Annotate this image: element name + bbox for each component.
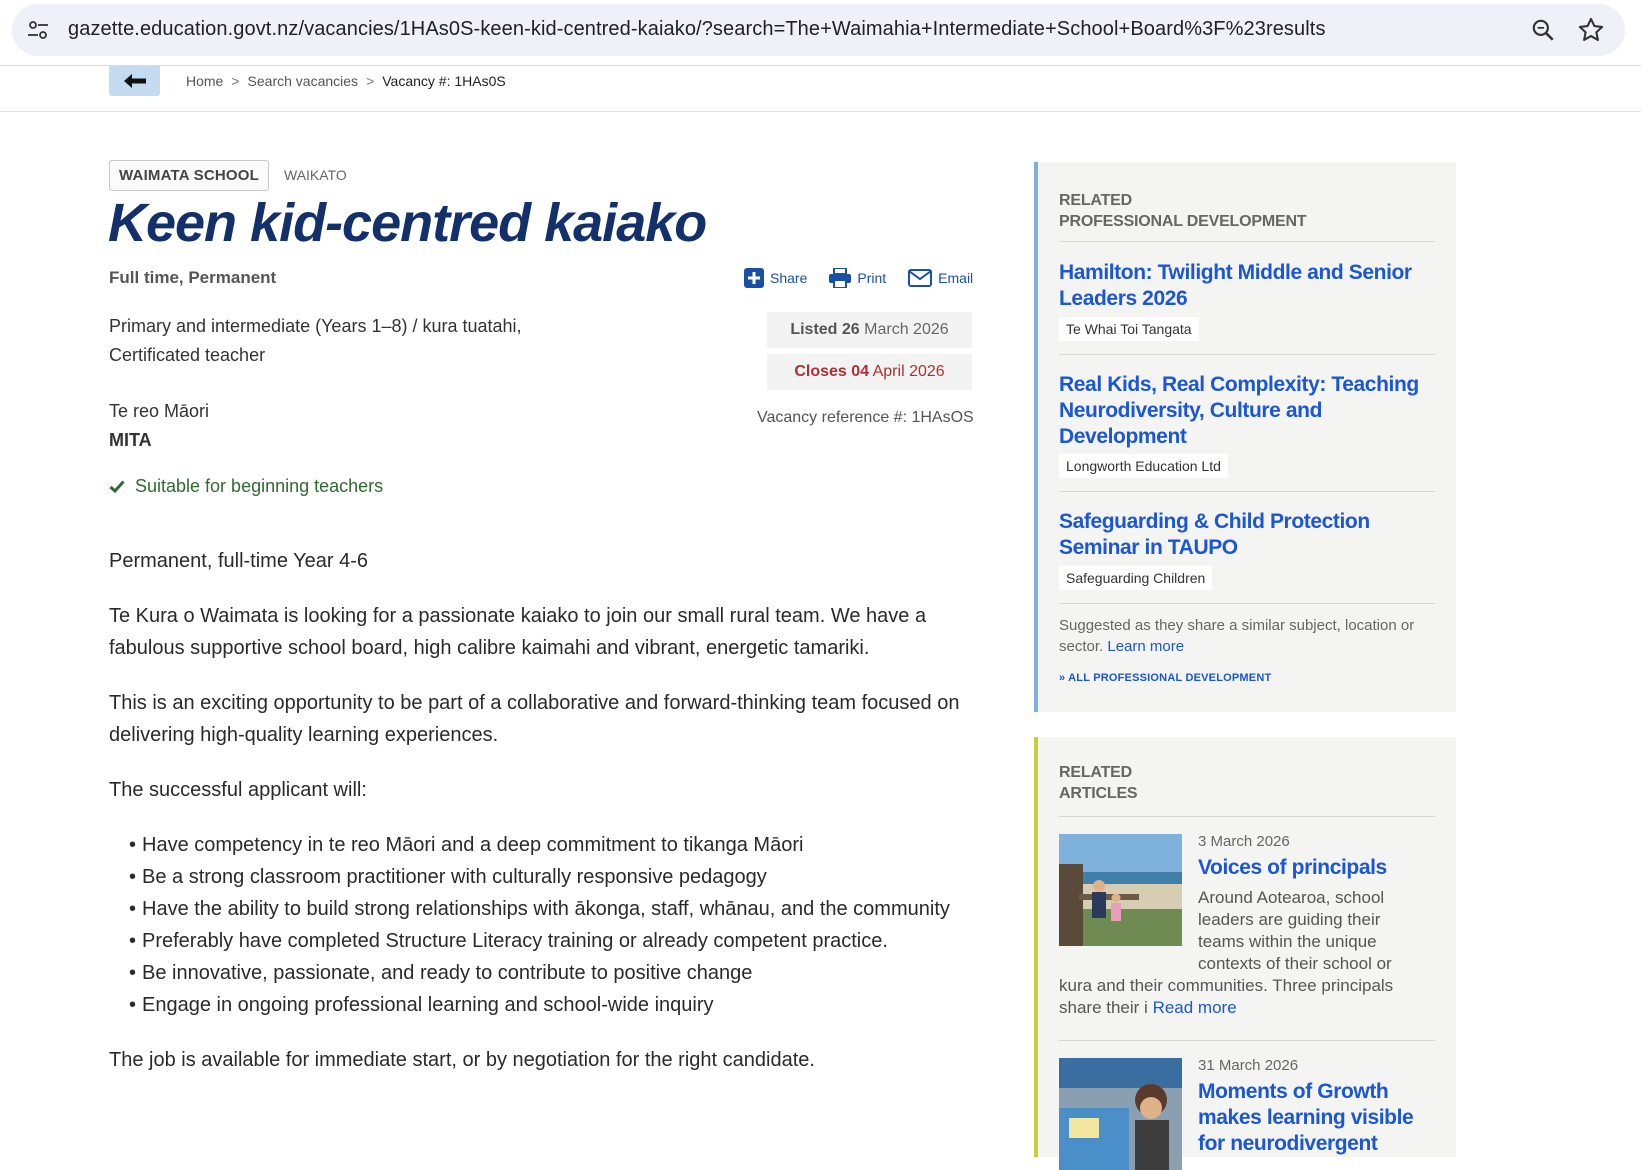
language-value: MITA	[109, 430, 152, 450]
related-articles-panel: RELATED ARTICLES 3 March 2026 Voices of …	[1034, 737, 1456, 1170]
suggestion-note: Suggested as they share a similar subjec…	[1059, 615, 1429, 657]
beginning-teachers-note: Suitable for beginning teachers	[109, 476, 383, 497]
breadcrumb-separator: >	[366, 73, 375, 89]
school-name-badge[interactable]: WAIMATA SCHOOL	[109, 160, 270, 191]
article-title-link[interactable]: Moments of Growth makes learning visible…	[1198, 1079, 1438, 1157]
plus-square-icon	[744, 268, 764, 288]
beginning-teachers-label: Suitable for beginning teachers	[135, 476, 384, 496]
vacancy-reference: Vacancy reference #: 1HAsOS	[757, 409, 974, 426]
closing-date: Closes 04 April 2026	[767, 354, 972, 390]
checkmark-icon	[109, 480, 125, 493]
email-label: Email	[938, 270, 974, 286]
divider	[1059, 354, 1435, 355]
header-divider	[0, 65, 1641, 66]
list-item: Be innovative, passionate, and ready to …	[129, 957, 989, 989]
summary-line: Around Aotearoa, school	[1198, 888, 1385, 907]
closes-day: 04	[851, 363, 870, 380]
region-label: WAIKATO	[284, 167, 347, 183]
breadcrumb-home[interactable]: Home	[186, 73, 223, 89]
requirements-list: Have competency in te reo Māori and a de…	[109, 829, 989, 1021]
breadcrumb-divider	[0, 111, 1641, 112]
breadcrumb-current: Vacancy #: 1HAs0S	[382, 73, 506, 89]
listed-label: Listed	[790, 321, 838, 338]
vacancy-description: Permanent, full-time Year 4-6 Te Kura o …	[109, 545, 989, 1099]
related-articles-heading: RELATED ARTICLES	[1059, 762, 1138, 804]
heading-line: ARTICLES	[1059, 785, 1138, 802]
arrow-left-icon	[123, 74, 146, 88]
site-settings-icon[interactable]	[26, 18, 50, 42]
divider	[1059, 241, 1435, 242]
language-label: Te reo Māori	[109, 401, 210, 421]
divider	[1059, 603, 1435, 604]
closes-month-year: April 2026	[872, 363, 945, 380]
subject-area: Primary and intermediate (Years 1–8) / k…	[109, 312, 569, 370]
divider	[1059, 816, 1435, 817]
list-item: Engage in ongoing professional learning …	[129, 989, 989, 1021]
description-paragraph: Permanent, full-time Year 4-6	[109, 550, 369, 572]
description-paragraph: This is an exciting opportunity to be pa…	[109, 692, 960, 746]
pd-provider-tag: Safeguarding Children	[1059, 566, 1213, 590]
description-paragraph: The job is available for immediate start…	[109, 1049, 815, 1071]
related-pd-heading: RELATED PROFESSIONAL DEVELOPMENT	[1059, 190, 1307, 232]
listed-date: Listed 26 March 2026	[767, 312, 972, 348]
summary-line: teams within the unique	[1198, 932, 1377, 951]
summary-line: leaders are guiding their	[1198, 910, 1381, 929]
pd-provider-tag: Longworth Education Ltd	[1059, 454, 1228, 478]
article-title-link[interactable]: Voices of principals	[1198, 855, 1438, 881]
breadcrumb-search[interactable]: Search vacancies	[248, 73, 359, 89]
print-button[interactable]: Print	[829, 268, 886, 288]
share-label: Share	[770, 270, 808, 286]
list-item: Preferably have completed Structure Lite…	[129, 925, 989, 957]
page-title: Keen kid-centred kaiako	[108, 193, 707, 253]
email-button[interactable]: Email	[908, 268, 973, 288]
related-pd-panel: RELATED PROFESSIONAL DEVELOPMENT Hamilto…	[1034, 162, 1456, 712]
envelope-icon	[908, 269, 933, 287]
pd-item-link[interactable]: Real Kids, Real Complexity: Teaching Neu…	[1059, 372, 1439, 450]
article-summary: Around Aotearoa, school leaders are guid…	[1059, 887, 1431, 1019]
share-button[interactable]: Share	[744, 268, 807, 288]
learn-more-link[interactable]: Learn more	[1107, 638, 1184, 655]
divider	[1059, 1040, 1435, 1041]
share-actions: Share Print Email	[744, 268, 973, 288]
article-date: 31 March 2026	[1198, 1057, 1299, 1074]
listed-month-year: March 2026	[864, 321, 949, 338]
article-thumbnail[interactable]	[1059, 1058, 1182, 1170]
pd-item-link[interactable]: Safeguarding & Child Protection Seminar …	[1059, 509, 1439, 561]
subject-line: Certificated teacher	[109, 345, 266, 365]
all-pd-link[interactable]: » ALL PROFESSIONAL DEVELOPMENT	[1059, 672, 1271, 684]
classroom-photo-image	[1059, 1058, 1182, 1170]
closes-label: Closes	[794, 363, 847, 380]
address-bar[interactable]: gazette.education.govt.nz/vacancies/1HAs…	[12, 4, 1625, 56]
back-button[interactable]	[109, 66, 160, 96]
subject-line: Primary and intermediate (Years 1–8) / k…	[109, 316, 522, 336]
description-paragraph: Te Kura o Waimata is looking for a passi…	[109, 605, 927, 659]
print-label: Print	[857, 270, 887, 286]
summary-line: contexts of their school or	[1198, 954, 1392, 973]
url-text[interactable]: gazette.education.govt.nz/vacancies/1HAs…	[68, 18, 1326, 41]
read-more-link[interactable]: Read more	[1153, 998, 1237, 1017]
list-item: Have competency in te reo Māori and a de…	[129, 829, 989, 861]
divider	[1059, 491, 1435, 492]
printer-icon	[829, 268, 852, 288]
employment-type: Full time, Permanent	[109, 268, 277, 287]
description-paragraph: The successful applicant will:	[109, 779, 367, 801]
pd-item-link[interactable]: Hamilton: Twilight Middle and Senior Lea…	[1059, 260, 1439, 312]
article-date: 3 March 2026	[1198, 833, 1290, 850]
heading-line: RELATED	[1059, 764, 1132, 781]
list-item: Be a strong classroom practitioner with …	[129, 861, 989, 893]
zoom-icon[interactable]	[1530, 17, 1556, 43]
heading-line: RELATED	[1059, 192, 1132, 209]
list-item: Have the ability to build strong relatio…	[129, 893, 989, 925]
bookmark-star-icon[interactable]	[1577, 16, 1605, 44]
breadcrumb-separator: >	[231, 73, 240, 89]
heading-line: PROFESSIONAL DEVELOPMENT	[1059, 213, 1307, 230]
breadcrumb: Home > Search vacancies > Vacancy #: 1HAs0S	[186, 73, 506, 89]
pd-provider-tag: Te Whai Toi Tangata	[1059, 317, 1199, 341]
listed-day: 26	[841, 321, 860, 338]
